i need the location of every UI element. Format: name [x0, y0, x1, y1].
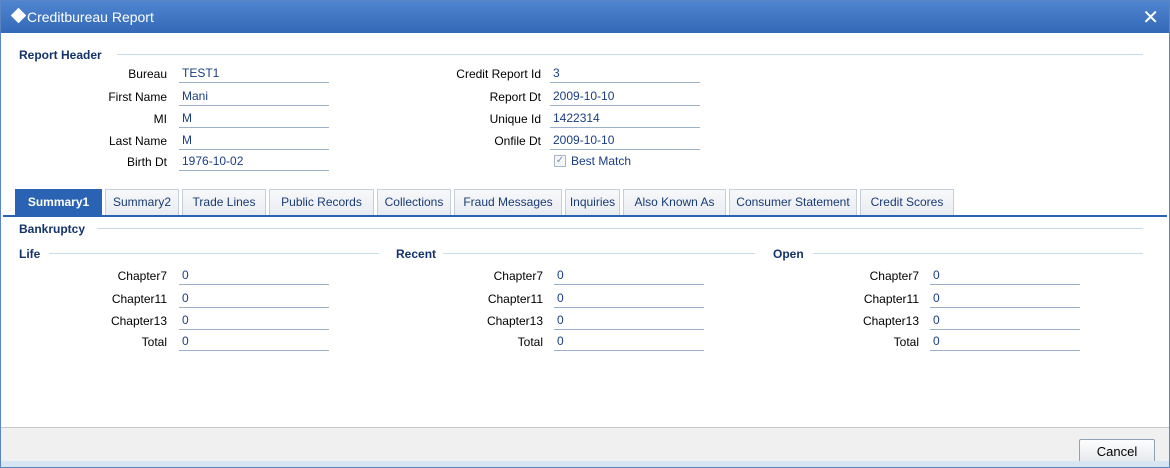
- tab-inquiries[interactable]: Inquiries: [565, 189, 620, 215]
- tab-public-records[interactable]: Public Records: [269, 189, 374, 215]
- open-chapter7-field[interactable]: 0: [930, 267, 1080, 285]
- bureau-label: Bureau: [128, 67, 167, 81]
- bankruptcy-title: Bankruptcy: [19, 222, 86, 236]
- tab-summary1[interactable]: Summary1: [15, 189, 102, 215]
- life-chapter7-label: Chapter7: [117, 269, 167, 283]
- life-group-title: Life: [19, 247, 41, 261]
- recent-chapter13-label: Chapter13: [486, 314, 543, 328]
- birth-dt-field[interactable]: 1976-10-02: [179, 153, 329, 171]
- tab-consumer-statement[interactable]: Consumer Statement: [729, 189, 857, 215]
- life-total-label: Total: [141, 335, 167, 349]
- best-match-checkbox[interactable]: ✓: [554, 155, 566, 167]
- recent-chapter7-field[interactable]: 0: [554, 267, 704, 285]
- credit-report-id-label: Credit Report Id: [456, 67, 541, 81]
- bankruptcy-divider: [97, 228, 1143, 229]
- tab-fraud-messages[interactable]: Fraud Messages: [454, 189, 562, 215]
- open-chapter11-label: Chapter11: [863, 292, 919, 306]
- open-total-field[interactable]: 0: [930, 333, 1080, 351]
- first-name-label: First Name: [108, 90, 167, 104]
- footer-strip: [1, 461, 1169, 467]
- last-name-field[interactable]: M: [179, 132, 329, 150]
- open-chapter13-label: Chapter13: [862, 314, 919, 328]
- title-bar: Creditbureau Report ✕: [1, 1, 1169, 33]
- mi-field[interactable]: M: [179, 110, 329, 128]
- unique-id-label: Unique Id: [489, 112, 541, 126]
- open-total-label: Total: [893, 335, 919, 349]
- recent-chapter7-label: Chapter7: [493, 269, 543, 283]
- open-group-title: Open: [773, 247, 804, 261]
- life-total-field[interactable]: 0: [179, 333, 329, 351]
- recent-chapter13-field[interactable]: 0: [554, 312, 704, 330]
- open-chapter13-field[interactable]: 0: [930, 312, 1080, 330]
- recent-total-label: Total: [517, 335, 543, 349]
- unique-id-field[interactable]: 1422314: [550, 110, 700, 128]
- window-title: Creditbureau Report: [27, 9, 154, 25]
- report-dt-field[interactable]: 2009-10-10: [550, 88, 700, 106]
- open-chapter11-field[interactable]: 0: [930, 290, 1080, 308]
- best-match-label: Best Match: [571, 154, 632, 168]
- report-header-title: Report Header: [19, 48, 102, 62]
- onfile-dt-field[interactable]: 2009-10-10: [550, 132, 700, 150]
- tab-credit-scores[interactable]: Credit Scores: [860, 189, 954, 215]
- open-chapter7-label: Chapter7: [869, 269, 919, 283]
- footer-bar: Cancel: [1, 427, 1169, 467]
- bureau-field[interactable]: TEST1: [179, 65, 329, 83]
- tab-collections[interactable]: Collections: [377, 189, 451, 215]
- recent-total-field[interactable]: 0: [554, 333, 704, 351]
- tab-trade-lines[interactable]: Trade Lines: [182, 189, 266, 215]
- recent-group-divider: [443, 253, 755, 254]
- life-chapter13-label: Chapter13: [110, 314, 167, 328]
- report-dt-label: Report Dt: [489, 90, 541, 104]
- tab-also-known-as[interactable]: Also Known As: [623, 189, 726, 215]
- recent-group-title: Recent: [396, 247, 437, 261]
- recent-chapter11-label: Chapter11: [487, 292, 543, 306]
- recent-chapter11-field[interactable]: 0: [554, 290, 704, 308]
- open-group-divider: [813, 253, 1143, 254]
- life-chapter11-label: Chapter11: [111, 292, 167, 306]
- close-icon[interactable]: ✕: [1142, 5, 1159, 29]
- report-header-divider: [117, 54, 1143, 55]
- first-name-field[interactable]: Mani: [179, 88, 329, 106]
- life-chapter7-field[interactable]: 0: [179, 267, 329, 285]
- life-chapter13-field[interactable]: 0: [179, 312, 329, 330]
- creditbureau-report-window: Creditbureau Report ✕ Report Header Bure…: [0, 0, 1170, 468]
- life-group-divider: [49, 253, 379, 254]
- last-name-label: Last Name: [108, 134, 167, 148]
- life-chapter11-field[interactable]: 0: [179, 290, 329, 308]
- birth-dt-label: Birth Dt: [126, 155, 167, 169]
- mi-label: MI: [153, 112, 167, 126]
- tab-summary2[interactable]: Summary2: [105, 189, 179, 215]
- tab-underline: [3, 215, 1167, 217]
- onfile-dt-label: Onfile Dt: [494, 134, 541, 148]
- credit-report-id-field[interactable]: 3: [550, 65, 700, 83]
- window-diamond-icon: [10, 7, 27, 24]
